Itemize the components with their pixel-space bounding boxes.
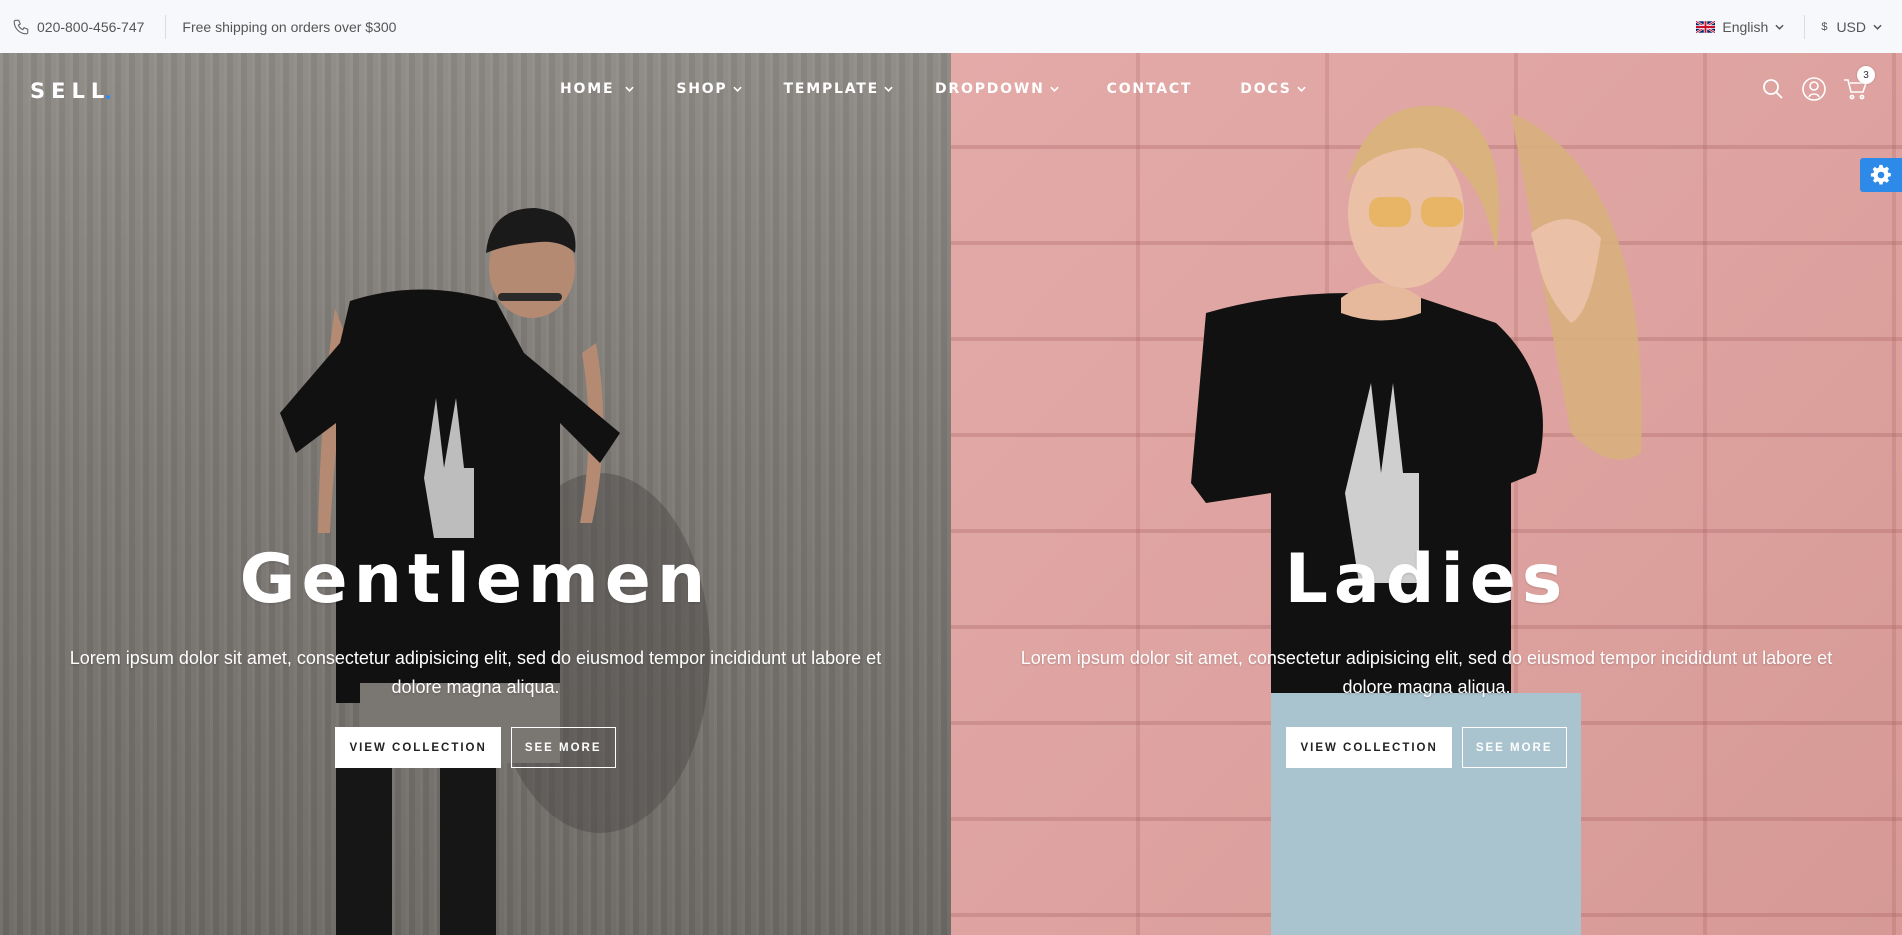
see-more-button[interactable]: SEE MORE bbox=[510, 727, 616, 768]
hero-panel-gentlemen[interactable]: Gentlemen Lorem ipsum dolor sit amet, co… bbox=[0, 53, 951, 935]
hero-panel-ladies[interactable]: Ladies Lorem ipsum dolor sit amet, conse… bbox=[951, 53, 1902, 935]
gentlemen-model-image bbox=[280, 208, 710, 935]
chevron-down-icon bbox=[625, 86, 635, 92]
hero-buttons-gentlemen: VIEW COLLECTION SEE MORE bbox=[0, 727, 951, 768]
search-icon[interactable] bbox=[1760, 76, 1786, 102]
phone-number: 020-800-456-747 bbox=[37, 18, 145, 35]
gear-icon bbox=[1870, 164, 1891, 185]
cart-count-badge: 3 bbox=[1857, 66, 1875, 84]
nav-contact[interactable]: CONTACT bbox=[1107, 81, 1193, 97]
nav-label: DROPDOWN bbox=[935, 81, 1045, 97]
nav-label: HOME bbox=[560, 81, 615, 97]
topbar-divider bbox=[1804, 14, 1806, 39]
currency-selector[interactable]: $ USD bbox=[1821, 19, 1882, 35]
hero-section: Gentlemen Lorem ipsum dolor sit amet, co… bbox=[0, 53, 1902, 935]
logo-text: SELL bbox=[30, 79, 111, 103]
hero-buttons-ladies: VIEW COLLECTION SEE MORE bbox=[951, 727, 1902, 768]
cart-button[interactable]: 3 bbox=[1842, 66, 1875, 102]
hero-content-ladies: Ladies Lorem ipsum dolor sit amet, conse… bbox=[951, 546, 1902, 768]
nav-label: DOCS bbox=[1240, 81, 1292, 97]
chevron-down-icon bbox=[1775, 24, 1784, 30]
site-logo[interactable]: SELL bbox=[30, 79, 111, 103]
language-label: English bbox=[1722, 18, 1769, 35]
nav-label: CONTACT bbox=[1106, 81, 1193, 97]
ladies-model-image bbox=[1191, 105, 1642, 935]
phone-contact[interactable]: 020-800-456-747 bbox=[12, 18, 144, 36]
settings-toggle[interactable] bbox=[1860, 158, 1902, 192]
hero-content-gentlemen: Gentlemen Lorem ipsum dolor sit amet, co… bbox=[0, 546, 951, 768]
currency-label: USD bbox=[1836, 18, 1866, 35]
nav-dropdown[interactable]: DROPDOWN bbox=[935, 81, 1059, 97]
uk-flag-icon bbox=[1696, 20, 1716, 33]
shipping-notice: Free shipping on orders over $300 bbox=[182, 18, 397, 35]
chevron-down-icon bbox=[884, 86, 893, 92]
nav-label: TEMPLATE bbox=[783, 81, 879, 97]
currency-symbol: $ bbox=[1821, 20, 1828, 33]
view-collection-button[interactable]: VIEW COLLECTION bbox=[1286, 727, 1452, 768]
nav-template[interactable]: TEMPLATE bbox=[784, 81, 894, 97]
hero-text-ladies: Lorem ipsum dolor sit amet, consectetur … bbox=[1020, 648, 1833, 697]
nav-shop[interactable]: SHOP bbox=[676, 81, 742, 97]
see-more-button[interactable]: SEE MORE bbox=[1461, 727, 1567, 768]
hero-text-gentlemen: Lorem ipsum dolor sit amet, consectetur … bbox=[69, 648, 882, 697]
nav-label: SHOP bbox=[676, 81, 728, 97]
chevron-down-icon bbox=[1296, 86, 1306, 92]
nav-home[interactable]: HOME bbox=[560, 81, 635, 97]
chevron-down-icon bbox=[732, 86, 742, 92]
language-selector[interactable]: English bbox=[1696, 19, 1784, 35]
main-header: SELL HOME SHOP TEMPLATE DROPDOWN CONTACT… bbox=[0, 53, 1902, 127]
topbar-divider bbox=[165, 14, 167, 39]
hero-title-gentlemen: Gentlemen bbox=[239, 540, 712, 619]
top-bar: 020-800-456-747 Free shipping on orders … bbox=[0, 0, 1902, 53]
chevron-down-icon bbox=[1873, 24, 1882, 30]
chevron-down-icon bbox=[1049, 86, 1059, 92]
main-nav: HOME SHOP TEMPLATE DROPDOWN CONTACT DOCS bbox=[560, 81, 1306, 97]
user-icon[interactable] bbox=[1801, 76, 1827, 102]
header-actions: 3 bbox=[1760, 66, 1875, 102]
phone-icon bbox=[13, 19, 29, 34]
view-collection-button[interactable]: VIEW COLLECTION bbox=[335, 727, 501, 768]
nav-docs[interactable]: DOCS bbox=[1240, 81, 1306, 97]
hero-title-ladies: Ladies bbox=[1284, 540, 1569, 619]
